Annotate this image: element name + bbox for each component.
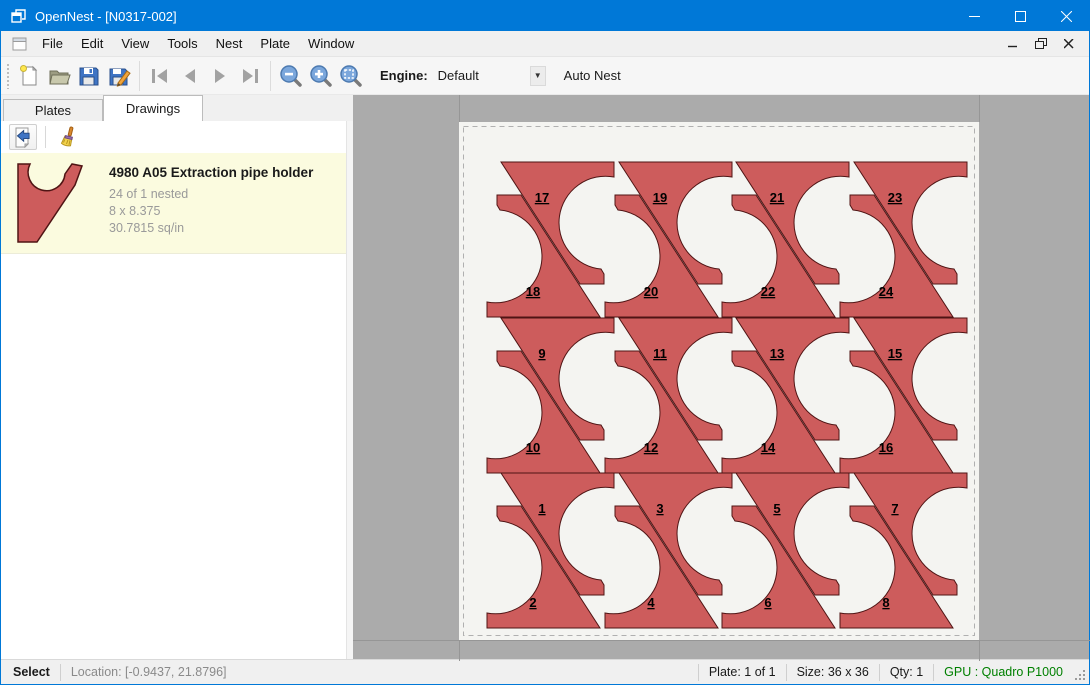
save-as-icon[interactable] [104,61,134,91]
part-thumbnail [15,163,89,243]
part-number-label: 18 [526,284,540,299]
part-number-label: 4 [647,595,655,610]
status-gpu: GPU : Quadro P1000 [933,664,1073,681]
status-size: Size: 36 x 36 [786,664,879,681]
auto-nest-button[interactable]: Auto Nest [564,68,621,83]
status-plate: Plate: 1 of 1 [698,664,786,681]
part-number-label: 20 [644,284,658,299]
part-number-label: 22 [761,284,775,299]
part-number-label: 6 [764,595,771,610]
drawing-title: 4980 A05 Extraction pipe holder [109,165,313,180]
mdi-restore-button[interactable] [1027,32,1055,56]
toolbar-grip[interactable] [6,63,10,89]
part-number-label: 24 [879,284,894,299]
drawing-area: 30.7815 sq/in [109,220,313,237]
zoom-in-icon[interactable] [306,61,336,91]
drawing-size: 8 x 8.375 [109,203,313,220]
menu-tools[interactable]: Tools [158,36,206,51]
maximize-button[interactable] [997,1,1043,31]
part-number-label: 9 [538,346,545,361]
part-number-label: 14 [761,440,776,455]
part-number-label: 12 [644,440,658,455]
save-icon[interactable] [74,61,104,91]
menu-plate[interactable]: Plate [251,36,299,51]
clean-broom-icon[interactable] [54,124,82,150]
status-bar: Select Location: [-0.9437, 21.8796] Plat… [1,659,1089,684]
menu-view[interactable]: View [112,36,158,51]
tab-plates[interactable]: Plates [3,99,103,121]
menu-window[interactable]: Window [299,36,363,51]
part-number-label: 23 [888,190,902,205]
status-qty: Qty: 1 [879,664,933,681]
part-number-label: 16 [879,440,893,455]
part-number-label: 7 [891,501,898,516]
drawing-nested-count: 24 of 1 nested [109,186,313,203]
mdi-child-icon[interactable] [12,37,27,51]
drawings-toolbar [1,121,353,153]
drawing-list-item[interactable]: 4980 A05 Extraction pipe holder 24 of 1 … [1,153,353,254]
part-number-label: 21 [770,190,784,205]
first-plate-icon[interactable] [145,61,175,91]
zoom-fit-icon[interactable] [336,61,366,91]
menu-nest[interactable]: Nest [207,36,252,51]
title-bar: OpenNest - [N0317-002] [1,1,1089,31]
left-panel: Plates Drawings [1,95,353,659]
app-window: OpenNest - [N0317-002] FileEditViewTools… [0,0,1090,685]
minimize-button[interactable] [951,1,997,31]
part-number-label: 8 [882,595,889,610]
panel-scrollbar[interactable] [346,121,353,659]
nest-canvas[interactable]: 171819202122232491011121314151612345678 [353,95,1089,659]
last-plate-icon[interactable] [235,61,265,91]
part-number-label: 1 [538,501,545,516]
open-folder-icon[interactable] [44,61,74,91]
main-toolbar: Engine: Default ▼ Auto Nest [1,57,1089,95]
tab-drawings[interactable]: Drawings [103,95,203,121]
new-document-icon[interactable] [14,61,44,91]
engine-dropdown-arrow-icon[interactable]: ▼ [530,66,546,86]
part-number-label: 3 [656,501,663,516]
status-mode: Select [1,664,60,681]
menu-bar: FileEditViewToolsNestPlateWindow [1,31,1089,57]
part-number-label: 13 [770,346,784,361]
status-location: Location: [-0.9437, 21.8796] [60,664,237,681]
part-number-label: 2 [529,595,536,610]
part-number-label: 10 [526,440,540,455]
part-number-label: 5 [773,501,780,516]
resize-grip[interactable] [1073,668,1089,684]
engine-select[interactable]: Default [434,65,530,87]
mdi-close-button[interactable] [1055,32,1083,56]
tab-strip: Plates Drawings [1,95,353,121]
next-plate-icon[interactable] [205,61,235,91]
part-number-label: 17 [535,190,549,205]
import-drawing-icon[interactable] [9,124,37,150]
previous-plate-icon[interactable] [175,61,205,91]
part-number-label: 19 [653,190,667,205]
part-number-label: 11 [653,346,667,361]
zoom-out-icon[interactable] [276,61,306,91]
menu-edit[interactable]: Edit [72,36,112,51]
close-button[interactable] [1043,1,1089,31]
mdi-minimize-button[interactable] [999,32,1027,56]
window-title: OpenNest - [N0317-002] [35,9,177,24]
app-icon [11,8,27,24]
part-number-label: 15 [888,346,902,361]
engine-label: Engine: [380,68,428,83]
menu-file[interactable]: File [33,36,72,51]
